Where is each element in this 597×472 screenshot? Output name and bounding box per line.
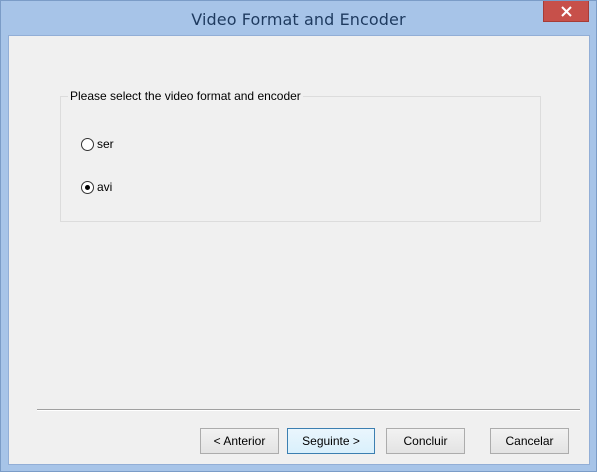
dialog-client-area: Please select the video format and encod… [8, 35, 590, 465]
back-button[interactable]: < Anterior [200, 428, 279, 454]
title-bar[interactable]: Video Format and Encoder [1, 1, 596, 35]
radio-avi[interactable]: avi [81, 179, 112, 195]
close-icon [561, 6, 572, 17]
groupbox-legend: Please select the video format and encod… [68, 89, 303, 103]
footer-separator [37, 409, 580, 411]
radio-avi-label[interactable]: avi [97, 180, 112, 194]
close-button[interactable] [543, 1, 589, 22]
next-button[interactable]: Seguinte > [287, 428, 375, 454]
format-groupbox: Please select the video format and encod… [60, 89, 541, 222]
dialog-window: Video Format and Encoder Please select t… [0, 0, 597, 472]
cancel-button[interactable]: Cancelar [490, 428, 569, 454]
radio-ser[interactable]: ser [81, 136, 114, 152]
radio-avi-circle[interactable] [81, 180, 94, 194]
radio-ser-circle[interactable] [81, 137, 94, 151]
radio-ser-label[interactable]: ser [97, 137, 114, 151]
window-title: Video Format and Encoder [191, 10, 406, 29]
finish-button[interactable]: Concluir [386, 428, 465, 454]
